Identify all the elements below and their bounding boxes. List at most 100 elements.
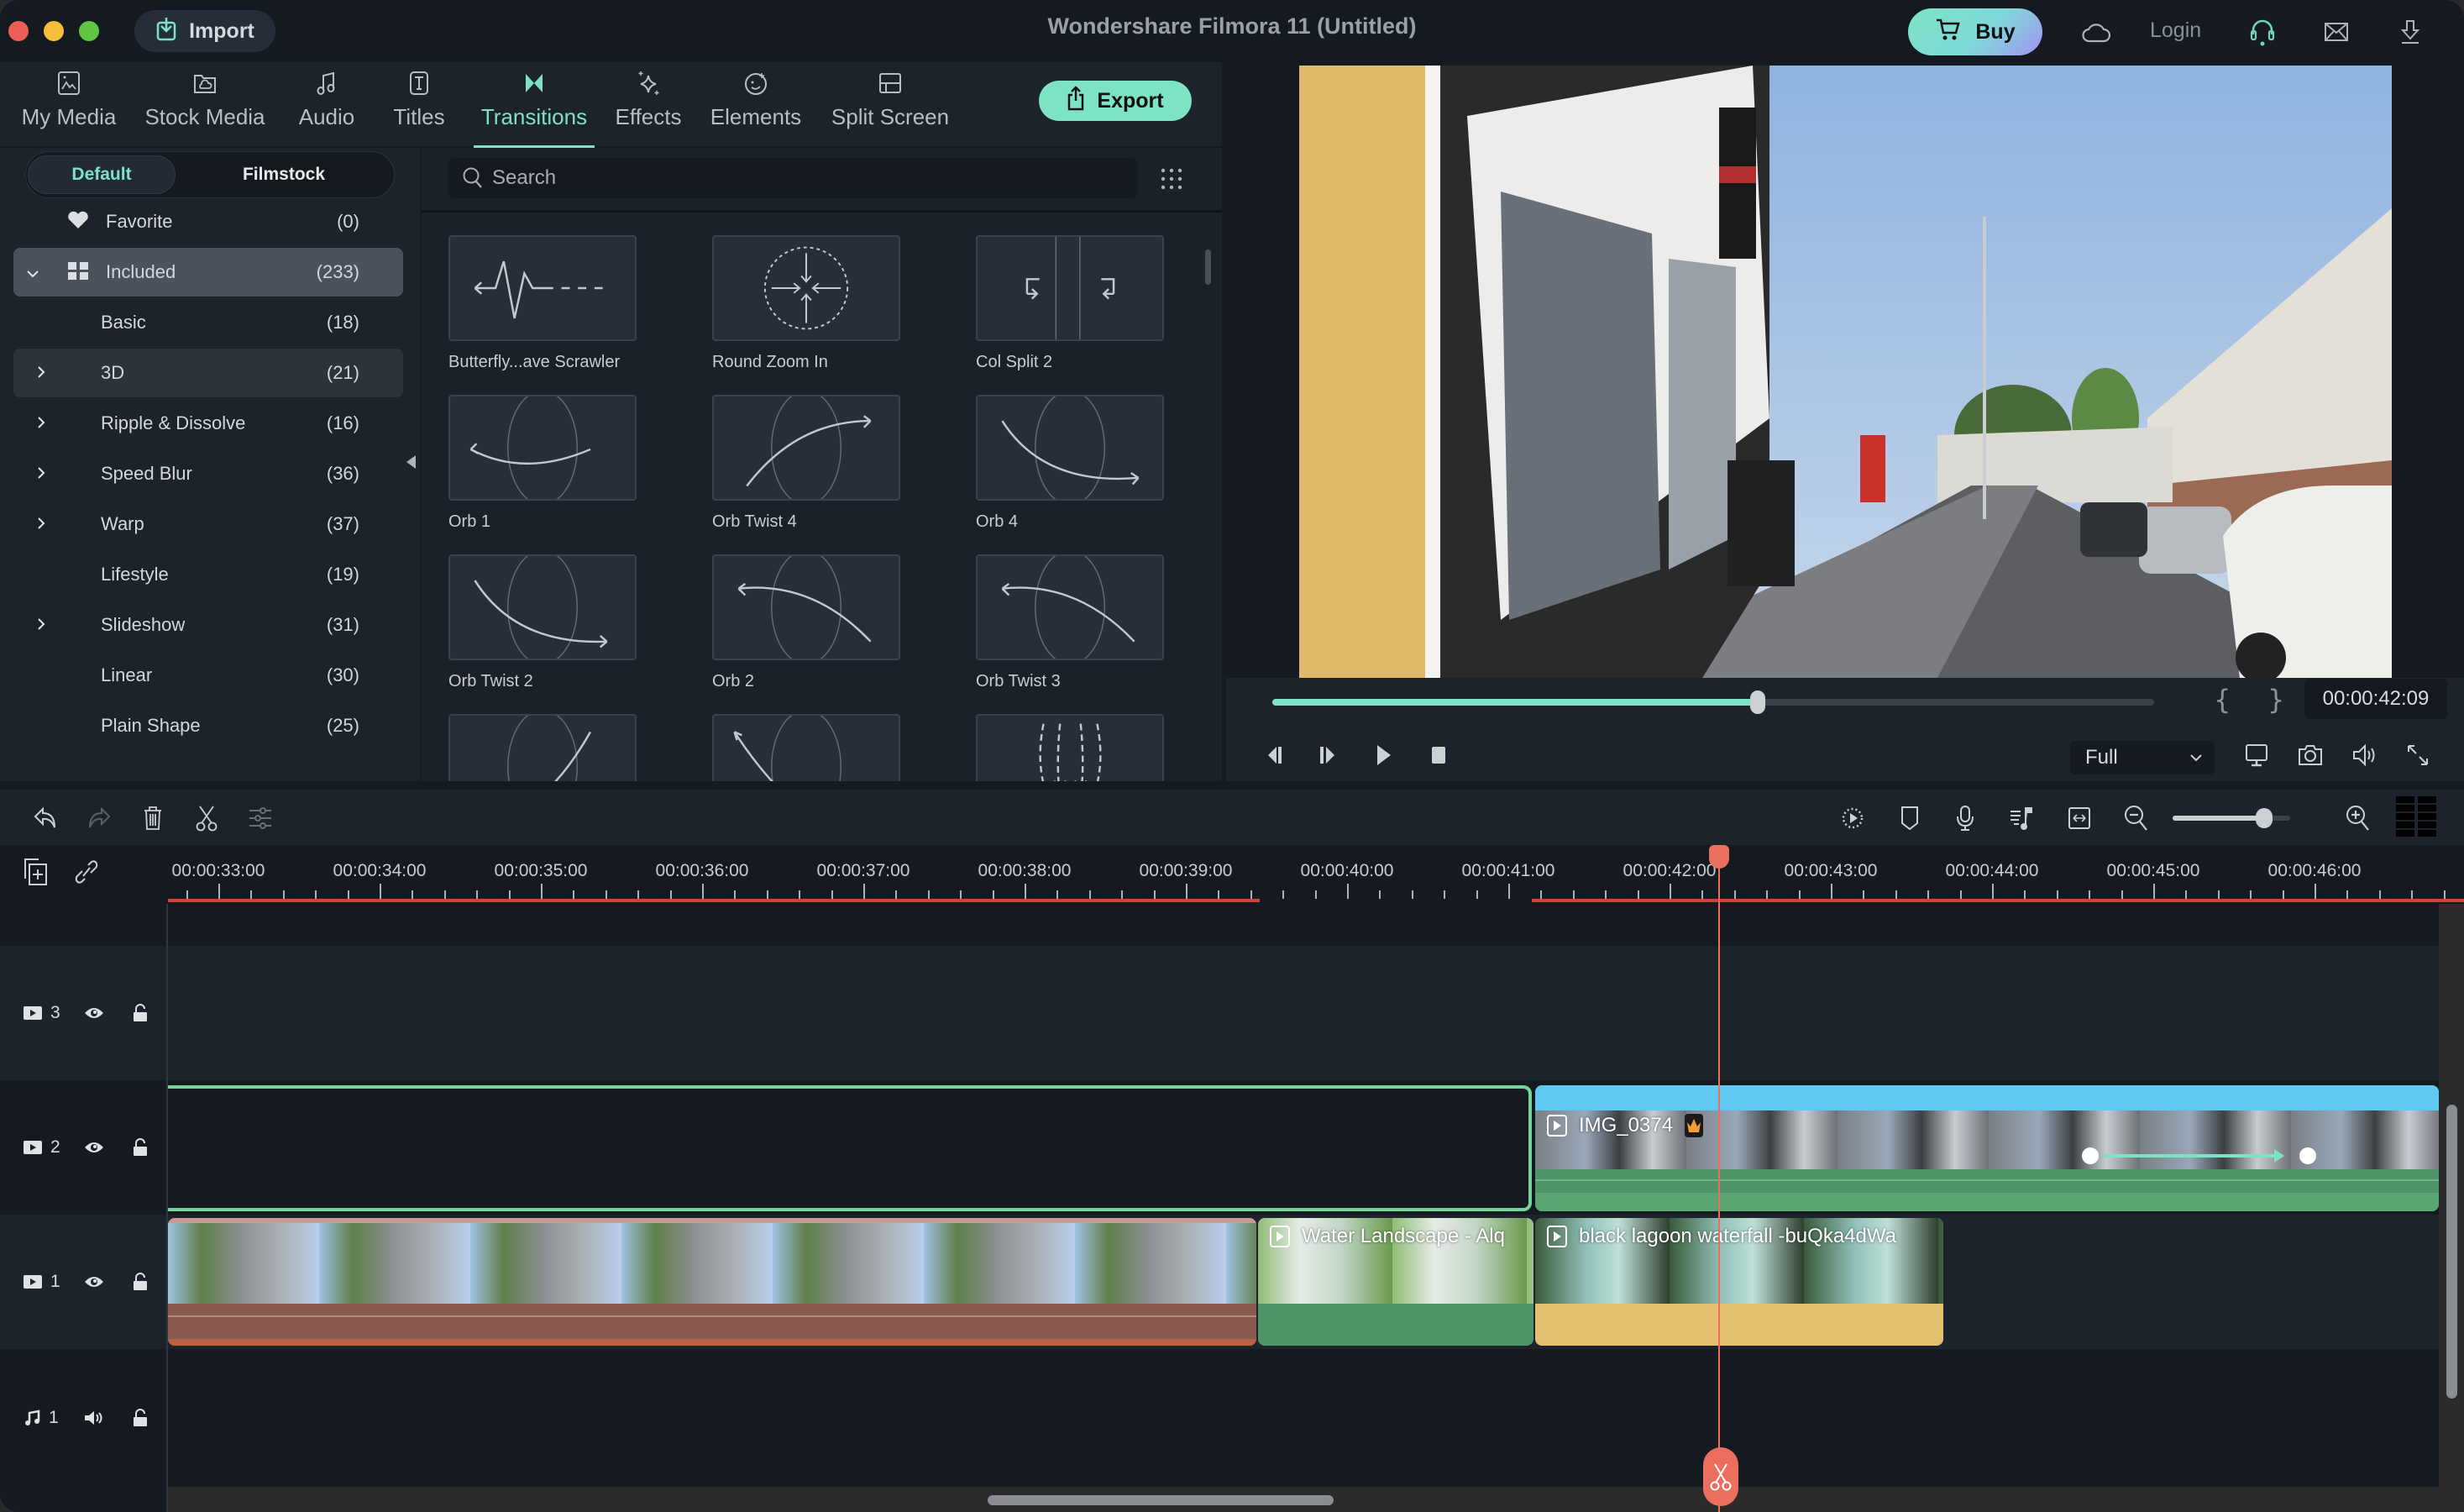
category-item[interactable]: Speed Blur (36) xyxy=(13,449,403,498)
grid-view-options-icon[interactable] xyxy=(1159,166,1184,192)
transition-card[interactable]: Orb Twist 4 xyxy=(712,395,900,532)
tab-split-screen[interactable]: Split Screen xyxy=(823,69,957,144)
eye-visibility-icon[interactable] xyxy=(84,1275,104,1289)
chevron-right-icon[interactable] xyxy=(32,513,50,535)
unlock-icon[interactable] xyxy=(133,1409,148,1427)
delete-button[interactable] xyxy=(138,803,168,833)
volume-button[interactable] xyxy=(2350,741,2378,769)
chevron-right-icon[interactable] xyxy=(32,362,50,384)
display-settings-button[interactable] xyxy=(2242,741,2271,769)
track-lane-video-1[interactable]: Water Landscape - Alq black lagoon water… xyxy=(168,1215,2439,1349)
category-item[interactable]: Linear (30) xyxy=(13,651,403,700)
category-item[interactable]: Lifestyle (19) xyxy=(13,550,403,599)
transition-card[interactable]: Col Split 2 xyxy=(976,235,1164,372)
unlock-icon[interactable] xyxy=(133,1138,148,1157)
playhead-split-handle[interactable] xyxy=(1703,1447,1738,1506)
clip-img-0374[interactable]: IMG_0374 xyxy=(1535,1085,2439,1211)
eye-visibility-icon[interactable] xyxy=(84,1141,104,1154)
keyframe-start[interactable] xyxy=(2082,1147,2099,1164)
tab-my-media[interactable]: My Media xyxy=(18,69,119,144)
speaker-mute-icon[interactable] xyxy=(84,1410,104,1425)
horizontal-scrollbar[interactable] xyxy=(988,1495,1334,1505)
audio-ducking-button[interactable] xyxy=(2007,803,2037,833)
unlock-icon[interactable] xyxy=(133,1273,148,1291)
grid-scrollbar[interactable] xyxy=(1205,249,1211,285)
record-voiceover-button[interactable] xyxy=(1950,803,1980,833)
clip-street-video[interactable] xyxy=(168,1218,1256,1346)
transition-card[interactable] xyxy=(448,714,637,781)
chevron-right-icon[interactable] xyxy=(32,463,50,485)
category-item[interactable]: Slideshow (31) xyxy=(13,601,403,649)
transition-card[interactable]: Butterfly...ave Scrawler xyxy=(448,235,637,372)
chevron-down-icon[interactable] xyxy=(24,261,42,283)
audio-meter-icon[interactable] xyxy=(2396,796,2438,838)
adjust-button[interactable] xyxy=(245,803,275,833)
tab-titles[interactable]: Titles xyxy=(381,69,457,144)
transition-card[interactable] xyxy=(712,714,900,781)
category-item[interactable]: Included (233) xyxy=(13,248,403,297)
playhead-handle[interactable] xyxy=(1709,845,1729,869)
category-item[interactable]: 3D (21) xyxy=(13,349,403,397)
segment-default[interactable]: Default xyxy=(28,155,176,194)
tab-elements[interactable]: Elements xyxy=(704,69,808,144)
keyframe-end[interactable] xyxy=(2299,1147,2316,1164)
tab-stock-media[interactable]: Stock Media xyxy=(138,69,272,144)
transition-card[interactable]: Orb Twist 2 xyxy=(448,554,637,691)
preview-quality-select[interactable]: Full xyxy=(2070,741,2215,774)
transition-card[interactable]: Orb 2 xyxy=(712,554,900,691)
track-lane-video-3[interactable] xyxy=(168,946,2439,1080)
vertical-scrollbar[interactable] xyxy=(2446,1105,2457,1399)
chevron-right-icon[interactable] xyxy=(32,614,50,636)
eye-visibility-icon[interactable] xyxy=(84,1006,104,1020)
download-icon[interactable] xyxy=(2395,17,2425,47)
unlock-icon[interactable] xyxy=(133,1004,148,1022)
cloud-icon[interactable] xyxy=(2081,17,2111,47)
tab-transitions[interactable]: Transitions xyxy=(474,69,595,150)
track-lane-audio-1[interactable] xyxy=(168,1349,2439,1487)
mark-out-button[interactable]: } xyxy=(2267,684,2284,716)
split-button[interactable] xyxy=(191,803,222,833)
chevron-right-icon[interactable] xyxy=(32,412,50,434)
transition-card[interactable]: Orb Twist 3 xyxy=(976,554,1164,691)
track-lane-video-2[interactable]: IMG_0374 xyxy=(168,1080,2439,1215)
tab-audio[interactable]: Audio xyxy=(289,69,364,144)
redo-button[interactable] xyxy=(84,803,114,833)
category-item[interactable]: Plain Shape (25) xyxy=(13,701,403,750)
transition-card[interactable]: Orb 1 xyxy=(448,395,637,532)
undo-button[interactable] xyxy=(30,803,60,833)
fit-timeline-button[interactable] xyxy=(2064,803,2094,833)
clip-black-lagoon-waterfall[interactable]: black lagoon waterfall -buQka4dWa xyxy=(1535,1218,1943,1346)
login-link[interactable]: Login xyxy=(2150,18,2201,43)
previous-frame-button[interactable] xyxy=(1261,741,1290,769)
playback-progress-bar[interactable] xyxy=(1272,690,2154,714)
mail-icon[interactable] xyxy=(2321,17,2351,47)
transition-card[interactable]: Orb 4 xyxy=(976,395,1164,532)
stop-button[interactable] xyxy=(1424,741,1453,769)
search-input[interactable]: Search xyxy=(448,158,1137,198)
gap-selection[interactable] xyxy=(168,1085,1532,1211)
collapse-panel-arrow-icon[interactable] xyxy=(406,455,416,469)
add-marker-button[interactable] xyxy=(1895,803,1925,833)
fullscreen-button[interactable] xyxy=(2404,741,2432,769)
timeline-ruler[interactable]: 00:00:33:00 00:00:34:00 00:00:35:00 00:00:3… xyxy=(168,848,2464,904)
next-frame-button[interactable] xyxy=(1313,741,1342,769)
snapshot-button[interactable] xyxy=(2296,741,2325,769)
export-button[interactable]: Export xyxy=(1039,81,1192,121)
progress-handle[interactable] xyxy=(1749,690,1765,714)
render-preview-button[interactable] xyxy=(1838,803,1868,833)
buy-button[interactable]: Buy xyxy=(1908,8,2042,55)
zoom-out-button[interactable] xyxy=(2121,803,2152,833)
clip-water-landscape[interactable]: Water Landscape - Alq xyxy=(1258,1218,1533,1346)
tab-effects[interactable]: Effects xyxy=(608,69,689,144)
mark-in-button[interactable]: { xyxy=(2214,684,2231,716)
category-item[interactable]: Ripple & Dissolve (16) xyxy=(13,399,403,448)
add-track-button[interactable] xyxy=(22,857,50,887)
zoom-in-button[interactable] xyxy=(2343,803,2373,833)
category-item[interactable]: Basic (18) xyxy=(13,298,403,347)
timeline-zoom-slider[interactable] xyxy=(2173,808,2290,828)
link-toggle-button[interactable] xyxy=(74,858,99,885)
category-item[interactable]: Warp (37) xyxy=(13,500,403,549)
transition-card[interactable]: Round Zoom In xyxy=(712,235,900,372)
category-item[interactable]: Favorite (0) xyxy=(13,197,403,246)
headset-support-icon[interactable] xyxy=(2247,17,2278,47)
